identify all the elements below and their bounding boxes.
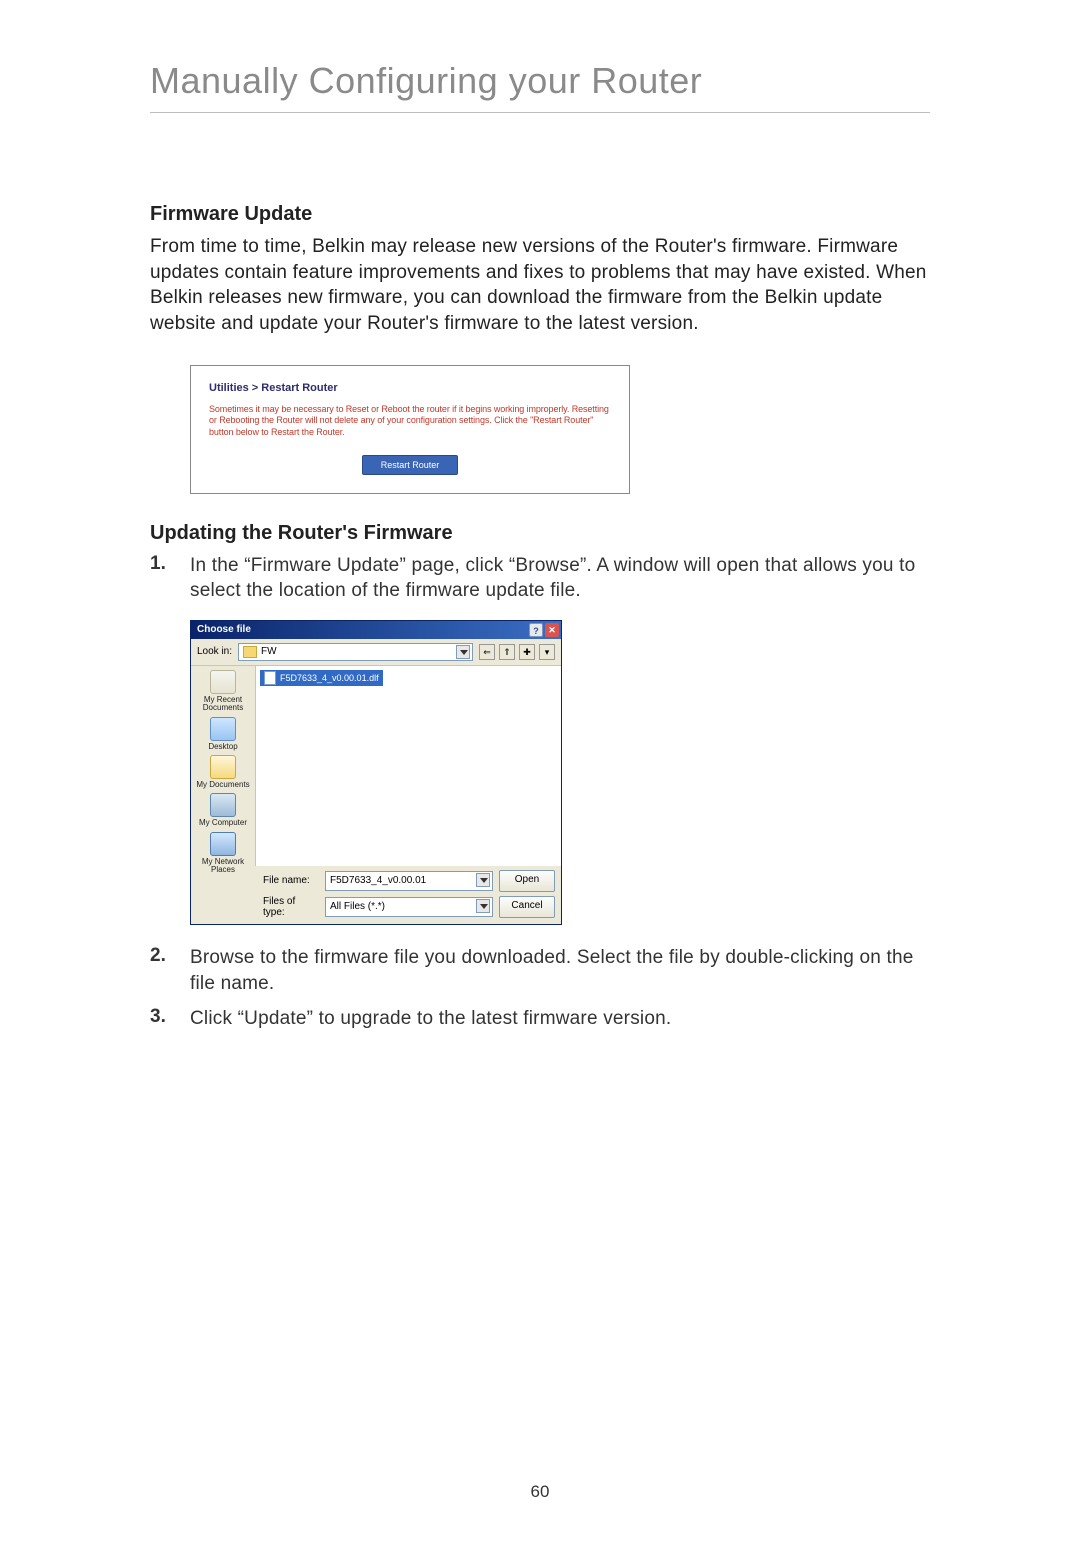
open-button[interactable]: Open xyxy=(499,870,555,892)
filetype-dropdown[interactable]: All Files (*.*) xyxy=(325,897,493,917)
recent-documents-icon xyxy=(210,670,236,694)
close-icon[interactable]: ✕ xyxy=(545,623,559,637)
step-number: 1. xyxy=(150,553,190,575)
places-recent[interactable]: My Recent Documents xyxy=(191,670,255,713)
step-text: In the “Firmware Update” page, click “Br… xyxy=(190,553,930,604)
cancel-button[interactable]: Cancel xyxy=(499,896,555,918)
places-bar: My Recent Documents Desktop My Documents… xyxy=(191,666,256,866)
file-icon xyxy=(264,671,276,685)
file-list[interactable]: F5D7633_4_v0.00.01.dlf xyxy=(256,666,561,866)
page-number: 60 xyxy=(0,1482,1080,1502)
network-icon xyxy=(210,832,236,856)
chevron-down-icon xyxy=(476,899,490,913)
filetype-label: Files of type: xyxy=(263,896,319,918)
computer-icon xyxy=(210,793,236,817)
places-computer[interactable]: My Computer xyxy=(199,793,247,827)
dialog-titlebar: Choose file ? ✕ xyxy=(191,621,561,639)
chevron-down-icon xyxy=(456,645,470,659)
places-label: My Network Places xyxy=(191,858,255,875)
places-label: My Computer xyxy=(199,819,247,827)
chevron-down-icon xyxy=(476,873,490,887)
step-text: Click “Update” to upgrade to the latest … xyxy=(190,1006,671,1032)
dialog-toolbar: Look in: FW ⇐ ⇑ ✚ ▾ xyxy=(191,639,561,666)
places-label: My Documents xyxy=(196,781,249,789)
views-icon[interactable]: ▾ xyxy=(539,644,555,660)
filename-value: F5D7633_4_v0.00.01 xyxy=(330,875,426,886)
lookin-label: Look in: xyxy=(197,646,232,657)
places-network[interactable]: My Network Places xyxy=(191,832,255,875)
step-number: 2. xyxy=(150,945,190,967)
filetype-value: All Files (*.*) xyxy=(330,901,385,912)
help-icon[interactable]: ? xyxy=(529,623,543,637)
restart-router-breadcrumb: Utilities > Restart Router xyxy=(209,382,611,394)
lookin-dropdown[interactable]: FW xyxy=(238,643,473,661)
places-desktop[interactable]: Desktop xyxy=(208,717,237,751)
chapter-title: Manually Configuring your Router xyxy=(150,60,930,113)
filename-label: File name: xyxy=(263,875,319,886)
step-3: 3. Click “Update” to upgrade to the late… xyxy=(150,1006,930,1032)
section-firmware-update-body: From time to time, Belkin may release ne… xyxy=(150,234,930,337)
choose-file-dialog: Choose file ? ✕ Look in: FW ⇐ ⇑ ✚ ▾ xyxy=(190,620,562,925)
step-2: 2. Browse to the firmware file you downl… xyxy=(150,945,930,996)
file-item-label: F5D7633_4_v0.00.01.dlf xyxy=(280,673,379,683)
folder-icon xyxy=(243,646,257,658)
file-item-selected[interactable]: F5D7633_4_v0.00.01.dlf xyxy=(260,670,383,686)
filename-input[interactable]: F5D7633_4_v0.00.01 xyxy=(325,871,493,891)
restart-router-button[interactable]: Restart Router xyxy=(362,455,459,475)
section-firmware-update-heading: Firmware Update xyxy=(150,203,930,226)
step-number: 3. xyxy=(150,1006,190,1028)
desktop-icon xyxy=(210,717,236,741)
lookin-value: FW xyxy=(261,646,277,657)
documents-icon xyxy=(210,755,236,779)
places-documents[interactable]: My Documents xyxy=(196,755,249,789)
restart-router-panel: Utilities > Restart Router Sometimes it … xyxy=(190,365,630,494)
dialog-title: Choose file xyxy=(197,624,251,635)
nav-back-icon[interactable]: ⇐ xyxy=(479,644,495,660)
places-label: My Recent Documents xyxy=(191,696,255,713)
step-text: Browse to the firmware file you download… xyxy=(190,945,930,996)
section-updating-firmware-heading: Updating the Router's Firmware xyxy=(150,522,930,545)
nav-up-icon[interactable]: ⇑ xyxy=(499,644,515,660)
places-label: Desktop xyxy=(208,743,237,751)
restart-router-description: Sometimes it may be necessary to Reset o… xyxy=(209,404,611,439)
new-folder-icon[interactable]: ✚ xyxy=(519,644,535,660)
step-1: 1. In the “Firmware Update” page, click … xyxy=(150,553,930,604)
